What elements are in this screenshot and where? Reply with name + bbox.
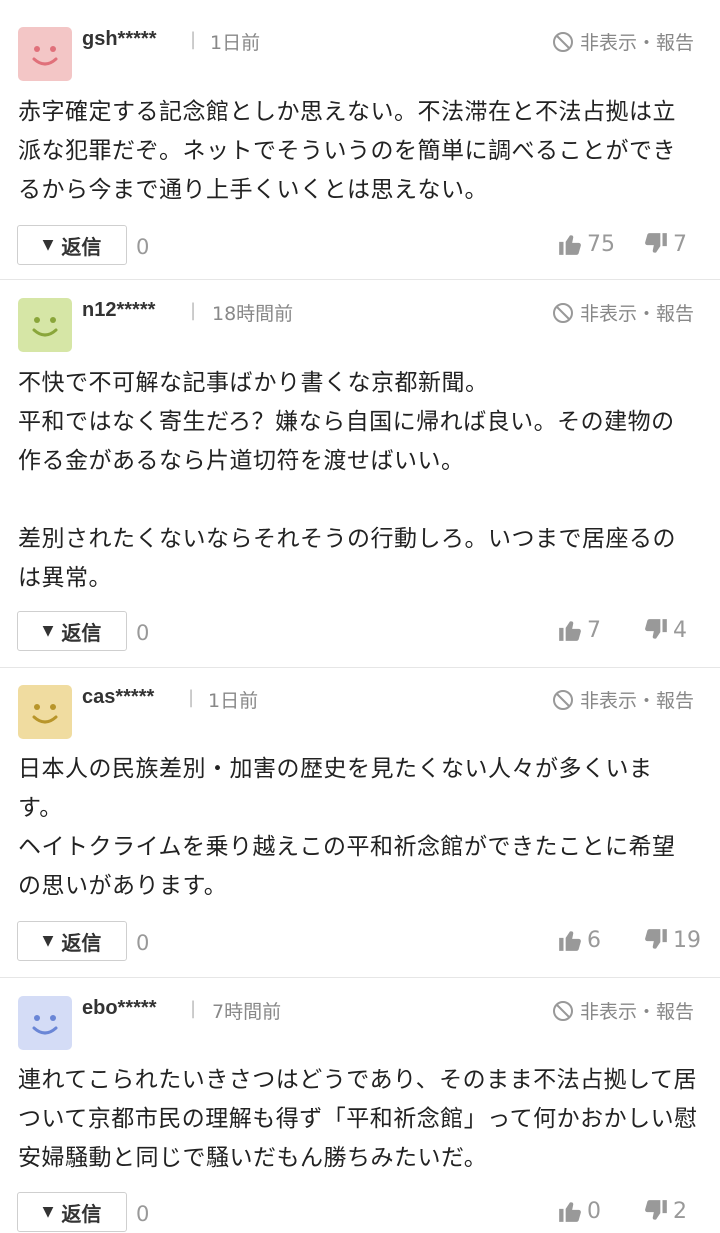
smile-face-icon bbox=[32, 317, 58, 337]
triangle-down-icon: ▼ bbox=[42, 1204, 54, 1220]
thumbs-down-icon bbox=[645, 929, 667, 949]
like-button[interactable]: 7 bbox=[557, 617, 601, 643]
reply-button[interactable]: ▼ 返信 bbox=[17, 225, 127, 265]
avatar[interactable] bbox=[18, 298, 72, 352]
thumbs-up-icon bbox=[559, 931, 581, 951]
ban-icon bbox=[552, 689, 573, 710]
comment-card: ebo***** | 7時間前 非表示・報告 連れてこられたいきさつはどうであり… bbox=[0, 978, 720, 1233]
like-count: 0 bbox=[587, 1198, 601, 1224]
like-button[interactable]: 6 bbox=[557, 927, 601, 953]
username[interactable]: gsh***** bbox=[82, 28, 156, 51]
triangle-down-icon: ▼ bbox=[42, 933, 54, 949]
hide-report-label: 非表示・報告 bbox=[579, 690, 694, 712]
ban-icon bbox=[552, 1000, 573, 1021]
avatar[interactable] bbox=[18, 996, 72, 1050]
dislike-button[interactable]: 7 bbox=[643, 231, 687, 257]
like-count: 7 bbox=[587, 617, 601, 643]
hide-report-link[interactable]: 非表示・報告 bbox=[552, 299, 694, 326]
timestamp: 7時間前 bbox=[212, 1001, 282, 1023]
reply-button[interactable]: ▼ 返信 bbox=[17, 611, 127, 651]
dislike-count: 19 bbox=[673, 927, 701, 953]
triangle-down-icon: ▼ bbox=[42, 237, 54, 253]
username[interactable]: n12***** bbox=[82, 299, 155, 322]
reply-count: 0 bbox=[136, 1202, 150, 1226]
comment-card: n12***** | 18時間前 非表示・報告 不快で不可解な記事ばかり書くな京… bbox=[0, 280, 720, 668]
reply-label: 返信 bbox=[61, 620, 102, 645]
hide-report-label: 非表示・報告 bbox=[579, 1001, 694, 1023]
username[interactable]: cas***** bbox=[82, 686, 154, 709]
comment-text: 赤字確定する記念館としか思えない。不法滞在と不法占拠は立派な犯罪だぞ。ネットでそ… bbox=[18, 99, 676, 203]
smile-face-icon bbox=[32, 46, 58, 66]
avatar[interactable] bbox=[18, 27, 72, 81]
reply-button[interactable]: ▼ 返信 bbox=[17, 921, 127, 961]
timestamp: 1日前 bbox=[208, 690, 259, 712]
divider: | bbox=[188, 687, 195, 708]
smile-face-icon bbox=[32, 1015, 58, 1035]
timestamp: 18時間前 bbox=[212, 303, 294, 325]
reply-label: 返信 bbox=[61, 1201, 102, 1226]
username[interactable]: ebo***** bbox=[82, 997, 156, 1020]
comment-card: cas***** | 1日前 非表示・報告 日本人の民族差別・加害の歴史を見たく… bbox=[0, 668, 720, 978]
thumbs-down-icon bbox=[645, 233, 667, 253]
reply-button[interactable]: ▼ 返信 bbox=[17, 1192, 127, 1232]
smile-face-icon bbox=[32, 704, 58, 724]
thumbs-up-icon bbox=[559, 235, 581, 255]
hide-report-label: 非表示・報告 bbox=[579, 303, 694, 325]
reply-label: 返信 bbox=[61, 930, 102, 955]
like-button[interactable]: 0 bbox=[557, 1198, 601, 1224]
dislike-count: 7 bbox=[673, 231, 687, 257]
comment-text: 日本人の民族差別・加害の歴史を見たくない人々が多くいます。 ヘイトクライムを乗り… bbox=[18, 756, 676, 899]
like-count: 6 bbox=[587, 927, 601, 953]
dislike-button[interactable]: 19 bbox=[643, 927, 701, 953]
like-count: 75 bbox=[587, 231, 615, 257]
reply-count: 0 bbox=[136, 621, 150, 645]
thumbs-up-icon bbox=[559, 621, 581, 641]
comment-card: gsh***** | 1日前 非表示・報告 赤字確定する記念館としか思えない。不… bbox=[0, 0, 720, 280]
hide-report-link[interactable]: 非表示・報告 bbox=[552, 997, 694, 1024]
thumbs-down-icon bbox=[645, 1200, 667, 1220]
comment-text: 不快で不可解な記事ばかり書くな京都新聞。 平和ではなく寄生だろ？嫌なら自国に帰れ… bbox=[18, 370, 676, 591]
thumbs-down-icon bbox=[645, 619, 667, 639]
dislike-button[interactable]: 4 bbox=[643, 617, 687, 643]
divider: | bbox=[190, 300, 197, 321]
timestamp: 1日前 bbox=[210, 32, 261, 54]
divider: | bbox=[190, 29, 197, 50]
hide-report-label: 非表示・報告 bbox=[579, 32, 694, 54]
ban-icon bbox=[552, 302, 573, 323]
reply-count: 0 bbox=[136, 235, 150, 259]
ban-icon bbox=[552, 31, 573, 52]
avatar[interactable] bbox=[18, 685, 72, 739]
triangle-down-icon: ▼ bbox=[42, 623, 54, 639]
reply-count: 0 bbox=[136, 931, 150, 955]
thumbs-up-icon bbox=[559, 1202, 581, 1222]
dislike-count: 2 bbox=[673, 1198, 687, 1224]
divider: | bbox=[190, 998, 197, 1019]
reply-label: 返信 bbox=[61, 234, 102, 259]
like-button[interactable]: 75 bbox=[557, 231, 615, 257]
dislike-button[interactable]: 2 bbox=[643, 1198, 687, 1224]
dislike-count: 4 bbox=[673, 617, 687, 643]
hide-report-link[interactable]: 非表示・報告 bbox=[552, 28, 694, 55]
comment-text: 連れてこられたいきさつはどうであり、そのまま不法占拠して居ついて京都市民の理解も… bbox=[18, 1067, 698, 1171]
hide-report-link[interactable]: 非表示・報告 bbox=[552, 686, 694, 713]
